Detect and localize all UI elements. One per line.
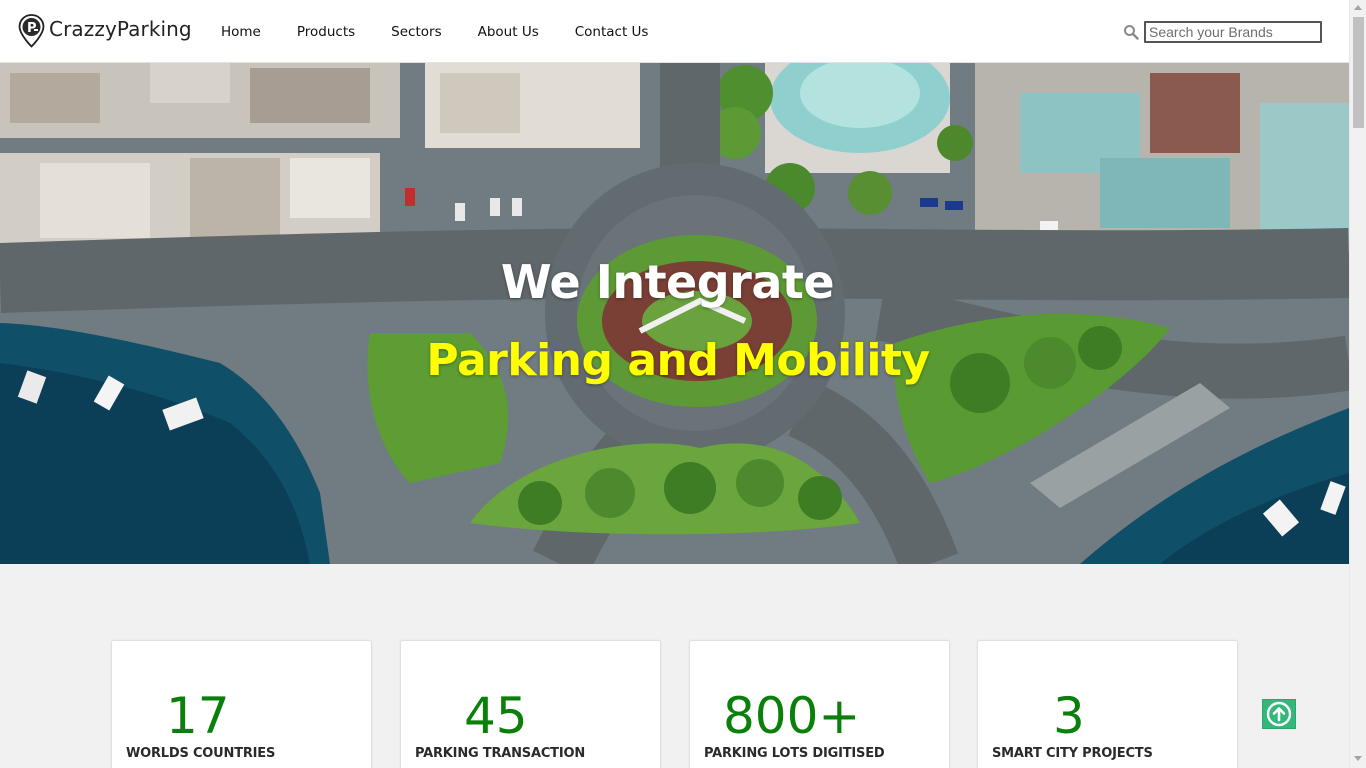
nav-products[interactable]: Products [297,24,355,40]
page: P CrazzyParking Home Products Sectors Ab… [0,0,1349,768]
nav-home[interactable]: Home [221,24,261,40]
stat-card-transactions: 45 PARKING TRANSACTION [400,640,661,768]
scroll-down-arrow-icon[interactable] [1354,756,1362,761]
scrollbar-thumb[interactable] [1353,17,1364,128]
stat-card-parking-lots: 800+ PARKING LOTS DIGITISED [689,640,950,768]
svg-text:P: P [27,21,37,36]
arrow-up-circle-icon [1266,701,1292,727]
page-scrollbar[interactable] [1349,0,1366,768]
scroll-up-arrow-icon[interactable] [1354,5,1362,10]
stat-card-smart-city: 3 SMART CITY PROJECTS [977,640,1238,768]
aerial-roundabout-image [0,63,1349,564]
logo[interactable]: P CrazzyParking [18,14,192,48]
site-header: P CrazzyParking Home Products Sectors Ab… [0,0,1349,63]
nav-contact-us[interactable]: Contact Us [575,24,649,40]
stat-value: 3 [1053,687,1085,745]
stat-label: PARKING LOTS DIGITISED [704,746,885,761]
stat-card-countries: 17 WORLDS COUNTRIES [111,640,372,768]
hero-banner: We Integrate Parking and Mobility [0,63,1349,564]
parking-pin-icon: P [18,14,45,48]
brand-name: CrazzyParking [49,17,192,41]
nav-sectors[interactable]: Sectors [391,24,441,40]
stat-value: 17 [166,687,230,745]
stat-value: 800+ [723,687,861,745]
stat-label: SMART CITY PROJECTS [992,746,1153,761]
stat-label: WORLDS COUNTRIES [126,746,276,761]
main-nav: Home Products Sectors About Us Contact U… [221,24,684,40]
hero-subtitle: Parking and Mobility [426,335,930,386]
hero-title: We Integrate [500,255,835,309]
stat-label: PARKING TRANSACTION [415,746,586,761]
nav-about-us[interactable]: About Us [478,24,539,40]
magnifier-icon[interactable] [1123,24,1139,40]
back-to-top-button[interactable] [1262,699,1296,729]
search-input[interactable] [1144,21,1322,43]
stat-value: 45 [464,687,528,745]
